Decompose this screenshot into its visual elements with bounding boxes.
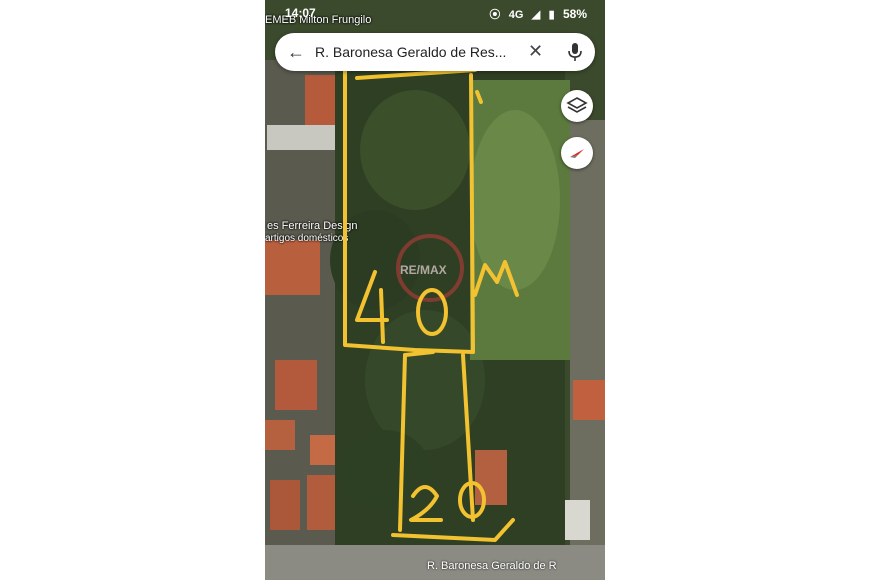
poi-business-subtitle: artigos domésticos xyxy=(265,233,349,244)
layers-icon xyxy=(566,97,588,113)
close-icon[interactable]: ✕ xyxy=(528,41,543,62)
search-bar[interactable]: ← R. Baronesa Geraldo de Res... ✕ xyxy=(275,33,595,71)
signal-icon: ◢ xyxy=(531,9,541,21)
street-label: R. Baronesa Geraldo de R xyxy=(427,560,557,572)
remax-watermark: RE/MAX xyxy=(400,263,447,277)
phone-screen: EMEB Milton Frungilo es Ferreira Design … xyxy=(265,0,605,580)
location-icon: ⦿ xyxy=(489,9,501,21)
battery-level: 58% xyxy=(562,7,587,21)
network-label: 4G xyxy=(508,9,524,21)
compass-icon xyxy=(570,149,584,158)
search-query[interactable]: R. Baronesa Geraldo de Res... xyxy=(315,44,520,60)
status-time: 14:07 xyxy=(285,6,316,20)
microphone-icon[interactable] xyxy=(566,42,584,62)
satellite-map[interactable] xyxy=(265,0,605,580)
layers-button[interactable] xyxy=(561,90,593,122)
poi-business-label[interactable]: es Ferreira Design xyxy=(267,220,357,232)
compass-button[interactable] xyxy=(561,137,593,169)
status-bar: 14:07 ⦿ 4G ◢ ▮ 58% xyxy=(265,0,605,26)
battery-icon: ▮ xyxy=(548,9,555,21)
back-arrow-icon[interactable]: ← xyxy=(287,42,305,62)
